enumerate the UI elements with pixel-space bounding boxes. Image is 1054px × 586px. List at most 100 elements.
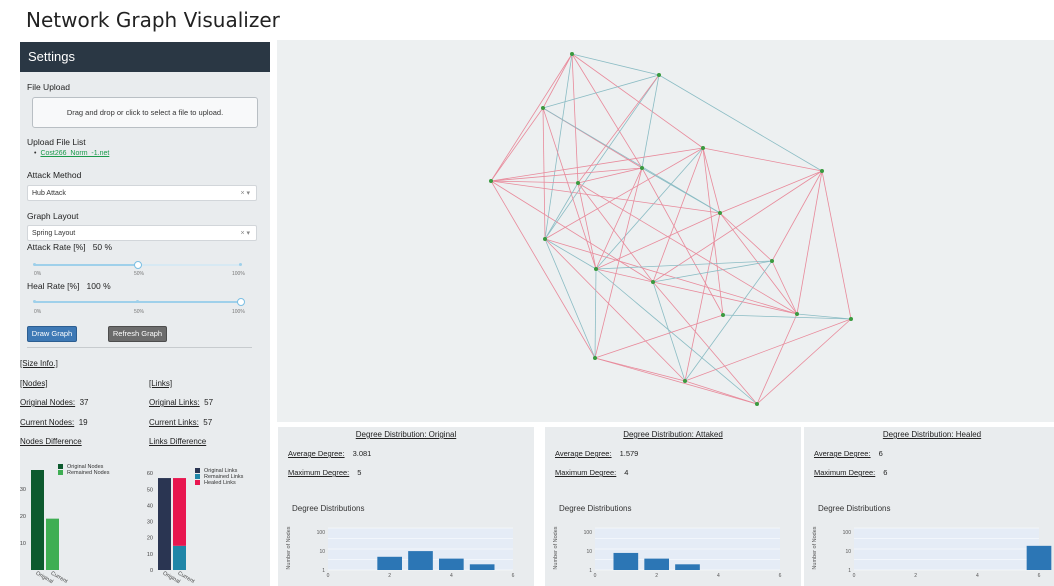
degree-panel-original: Degree Distribution: Original Average De… <box>278 427 534 586</box>
degree-bar[interactable] <box>408 551 433 570</box>
graph-node[interactable] <box>795 312 799 316</box>
bar-remained-links[interactable] <box>173 545 186 570</box>
legend-swatch <box>195 474 200 480</box>
x-tick-label: 2 <box>655 573 658 579</box>
degree-distributions-label: Degree Distributions <box>292 504 365 513</box>
slider-tick: 50% <box>134 271 145 277</box>
degree-bar[interactable] <box>1026 545 1052 570</box>
degree-distribution-chart: 100 10 10 2 4 6 <box>317 527 515 579</box>
graph-edge <box>641 167 724 316</box>
x-tick-label: 6 <box>512 573 515 579</box>
file-upload-dropzone[interactable]: Drag and drop or click to select a file … <box>32 97 258 128</box>
legend-swatch <box>195 468 200 474</box>
bar-remained-nodes[interactable] <box>46 518 59 570</box>
graph-edge <box>756 318 852 405</box>
legend-swatch <box>58 464 63 470</box>
graph-edge <box>544 147 704 240</box>
graph-node[interactable] <box>718 211 722 215</box>
panel-title: Degree Distribution: Attaked <box>623 430 723 439</box>
attack-method-label: Attack Method <box>27 170 82 180</box>
bar-original-links[interactable] <box>158 478 171 570</box>
clear-icon[interactable]: × <box>240 190 244 197</box>
network-graph[interactable] <box>277 40 1054 422</box>
graph-edge <box>702 147 724 316</box>
maximum-degree-value: 4 <box>624 468 629 477</box>
chevron-down-icon[interactable]: ▾ <box>246 190 250 197</box>
graph-edge <box>542 53 573 109</box>
y-tick-label: 60 <box>147 471 153 477</box>
average-degree-label: Average Degree: <box>814 449 871 458</box>
graph-edge <box>594 357 686 382</box>
graph-node[interactable] <box>594 267 598 271</box>
graph-node[interactable] <box>755 402 759 406</box>
graph-edge <box>652 147 704 283</box>
degree-bar[interactable] <box>675 564 700 570</box>
original-nodes-label: Original Nodes: <box>20 398 76 407</box>
chevron-down-icon[interactable]: ▾ <box>246 230 250 237</box>
graph-node[interactable] <box>543 237 547 241</box>
graph-edge <box>571 53 704 149</box>
graph-node[interactable] <box>683 379 687 383</box>
x-tick-label: 6 <box>1038 573 1041 579</box>
x-tick-label: 6 <box>779 573 782 579</box>
bar-healed-links[interactable] <box>173 478 186 546</box>
network-graph-canvas[interactable] <box>277 40 1054 422</box>
slider-tick: 0% <box>34 309 42 315</box>
graph-node[interactable] <box>640 166 644 170</box>
graph-node[interactable] <box>576 181 580 185</box>
attack-rate-handle[interactable] <box>134 261 142 269</box>
graph-node[interactable] <box>820 169 824 173</box>
average-degree-row: Average Degree: 3.081 <box>288 449 371 458</box>
graph-node[interactable] <box>570 52 574 56</box>
graph-node[interactable] <box>701 146 705 150</box>
graph-node[interactable] <box>541 106 545 110</box>
graph-node[interactable] <box>593 356 597 360</box>
degree-bar[interactable] <box>377 556 402 570</box>
graph-node[interactable] <box>770 259 774 263</box>
panel-title: Degree Distribution: Healed <box>882 430 982 439</box>
heal-rate-slider[interactable] <box>32 298 245 306</box>
app-title: Network Graph Visualizer <box>26 8 280 32</box>
graph-edge <box>796 170 823 315</box>
graph-node[interactable] <box>657 73 661 77</box>
graph-edge <box>577 182 597 270</box>
current-nodes-row: Current Nodes: 19 <box>20 418 88 427</box>
graph-layout-select[interactable]: Spring Layout × ▾ <box>27 225 257 241</box>
graph-edge <box>577 74 660 184</box>
heal-rate-handle[interactable] <box>237 298 245 306</box>
current-nodes-value: 19 <box>78 418 88 427</box>
graph-edge <box>719 212 773 262</box>
slider-mark <box>32 300 36 303</box>
degree-bar[interactable] <box>469 564 495 570</box>
clear-icon[interactable]: × <box>240 230 244 237</box>
legend-item-healed-links[interactable]: Healed Links <box>195 480 243 486</box>
current-links-label: Current Links: <box>149 418 199 427</box>
degree-bar[interactable] <box>439 558 464 570</box>
attack-rate-slider[interactable] <box>32 261 242 269</box>
x-tick-label: 0 <box>327 573 330 579</box>
degree-bar[interactable] <box>613 552 639 570</box>
refresh-graph-button[interactable]: Refresh Graph <box>108 326 167 342</box>
slider-tick: 0% <box>34 271 42 277</box>
x-tick-label: 2 <box>914 573 917 579</box>
graph-edge <box>684 260 773 382</box>
attack-rate-row: Attack Rate [%] 50 % <box>27 242 112 252</box>
draw-graph-button[interactable]: Draw Graph <box>27 326 77 342</box>
y-tick-label: 30 <box>20 487 26 493</box>
nodes-legend: Original Nodes Remained Nodes <box>58 464 110 476</box>
original-links-value: 57 <box>204 398 214 407</box>
bar-original-nodes[interactable] <box>31 470 44 570</box>
y-tick-label: 1 <box>322 568 325 574</box>
graph-node[interactable] <box>489 179 493 183</box>
graph-node[interactable] <box>849 317 853 321</box>
degree-bar[interactable] <box>644 558 669 570</box>
graph-node[interactable] <box>721 313 725 317</box>
graph-edge <box>490 180 596 359</box>
graph-edge <box>652 281 758 405</box>
legend-swatch <box>195 480 200 486</box>
legend-item-remained-nodes[interactable]: Remained Nodes <box>58 470 110 476</box>
graph-node[interactable] <box>651 280 655 284</box>
uploaded-file-link[interactable]: Cost266_Norm_-1.net <box>34 150 109 157</box>
links-heading: [Links] <box>149 379 173 388</box>
attack-method-select[interactable]: Hub Attack × ▾ <box>27 185 257 201</box>
